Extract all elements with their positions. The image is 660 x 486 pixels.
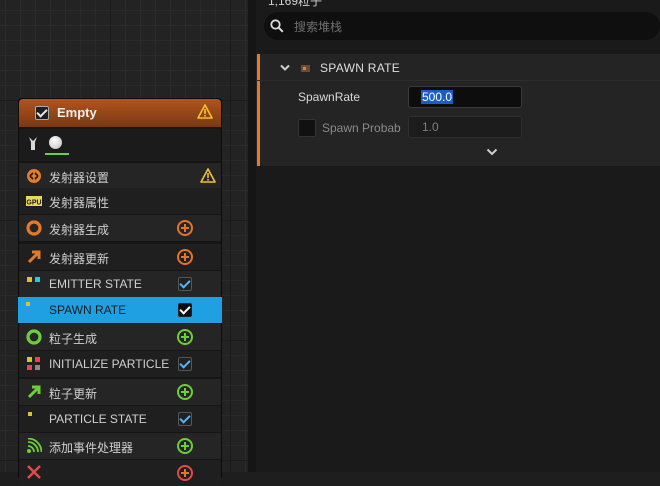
- add-event-handler-row[interactable]: 添加事件处理器: [19, 433, 221, 459]
- module-dot-icon: [26, 302, 30, 306]
- add-module-button[interactable]: [177, 220, 193, 236]
- emitter-settings-icon: [27, 169, 41, 183]
- emitter-title: Empty: [57, 105, 97, 120]
- torch-icon[interactable]: [27, 135, 39, 151]
- particle-update-icon: [27, 385, 41, 399]
- chevron-down-icon[interactable]: [280, 64, 290, 72]
- module-label: PARTICLE STATE: [49, 412, 147, 426]
- module-dot-icon: [28, 412, 32, 416]
- spawn-rate-value[interactable]: 500.0: [421, 90, 454, 104]
- module-enable-checkbox[interactable]: [178, 277, 192, 291]
- module-icon: [301, 65, 310, 72]
- spawn-probability-checkbox[interactable]: [298, 119, 316, 137]
- module-initialize-particle[interactable]: INITIALIZE PARTICLE: [19, 351, 221, 377]
- stage-label: 粒子生成: [49, 332, 98, 346]
- stage-label: 发射器更新: [49, 252, 110, 266]
- stage-particle-spawn[interactable]: 粒子生成: [19, 324, 221, 350]
- add-module-button[interactable]: [177, 384, 193, 400]
- section-divider: [256, 80, 660, 81]
- emitter-spawn-icon: [26, 220, 42, 236]
- module-enable-checkbox[interactable]: [178, 357, 192, 371]
- stage-emitter-properties[interactable]: GPU 发射器属性: [19, 188, 221, 214]
- emitter-icon-bar: [19, 129, 221, 161]
- render-icon: [27, 465, 41, 479]
- module-spawn-rate[interactable]: SPAWN RATE: [18, 297, 222, 323]
- spawn-probability-value: 1.0: [422, 120, 439, 134]
- expand-advanced-icon[interactable]: [486, 148, 498, 156]
- emitter-update-icon: [27, 250, 41, 264]
- selection-panel: 1,169粒子 SPAWN RATE SpawnRate 500.0 Spawn…: [256, 0, 660, 472]
- module-label: INITIALIZE PARTICLE: [49, 357, 170, 371]
- stage-label: 发射器生成: [49, 223, 110, 237]
- module-enable-checkbox[interactable]: [178, 412, 192, 426]
- add-event-handler-button[interactable]: [177, 438, 193, 454]
- module-emitter-state[interactable]: EMITTER STATE: [19, 271, 221, 297]
- spawn-probability-label: Spawn Probab: [322, 121, 401, 135]
- stage-emitter-update[interactable]: 发射器更新: [19, 244, 221, 270]
- sphere-renderer-icon[interactable]: [49, 136, 62, 149]
- stage-emitter-spawn[interactable]: 发射器生成: [19, 215, 221, 241]
- particle-count-label: 1,169粒子: [268, 0, 323, 8]
- module-enable-checkbox[interactable]: [178, 303, 192, 317]
- warning-icon[interactable]: [200, 168, 216, 183]
- section-accent-bar: [257, 54, 260, 166]
- stage-label: 发射器属性: [49, 196, 110, 210]
- module-particle-state[interactable]: PARTICLE STATE: [19, 406, 221, 432]
- module-label: EMITTER STATE: [49, 277, 142, 291]
- stage-particle-update[interactable]: 粒子更新: [19, 379, 221, 405]
- event-handler-icon: [27, 438, 42, 453]
- module-dots-icon: [27, 277, 40, 282]
- stage-label: 粒子更新: [49, 387, 98, 401]
- spawn-rate-label: SpawnRate: [298, 90, 361, 104]
- emitter-node[interactable]: Empty 发射器设置 GPU 发射器属性 发射器生成 发射器更新 EMITTE…: [18, 98, 222, 486]
- warning-icon[interactable]: [197, 104, 213, 119]
- panel-splitter[interactable]: [248, 0, 256, 472]
- particle-spawn-icon: [26, 329, 42, 345]
- add-module-button[interactable]: [177, 465, 193, 481]
- graph-canvas[interactable]: Empty 发射器设置 GPU 发射器属性 发射器生成 发射器更新 EMITTE…: [0, 0, 248, 486]
- module-label: SPAWN RATE: [49, 303, 127, 317]
- renderer-active-indicator: [45, 153, 69, 155]
- module-dots-icon: [27, 357, 40, 370]
- stage-emitter-settings[interactable]: 发射器设置: [19, 163, 221, 189]
- search-icon: [270, 19, 284, 33]
- spawn-rate-section: SPAWN RATE SpawnRate 500.0 Spawn Probab …: [256, 54, 660, 166]
- emitter-enable-checkbox[interactable]: [35, 106, 49, 120]
- emitter-node-header[interactable]: Empty: [19, 99, 221, 127]
- add-module-button[interactable]: [177, 249, 193, 265]
- gpu-badge-text: GPU: [26, 200, 41, 207]
- search-input[interactable]: [292, 14, 616, 40]
- add-module-button[interactable]: [177, 329, 193, 345]
- stage-label: 添加事件处理器: [49, 441, 134, 455]
- gpu-icon: GPU: [26, 196, 42, 207]
- section-title: SPAWN RATE: [320, 61, 401, 75]
- stage-label: 发射器设置: [49, 171, 110, 185]
- stage-partial-row[interactable]: [19, 460, 221, 486]
